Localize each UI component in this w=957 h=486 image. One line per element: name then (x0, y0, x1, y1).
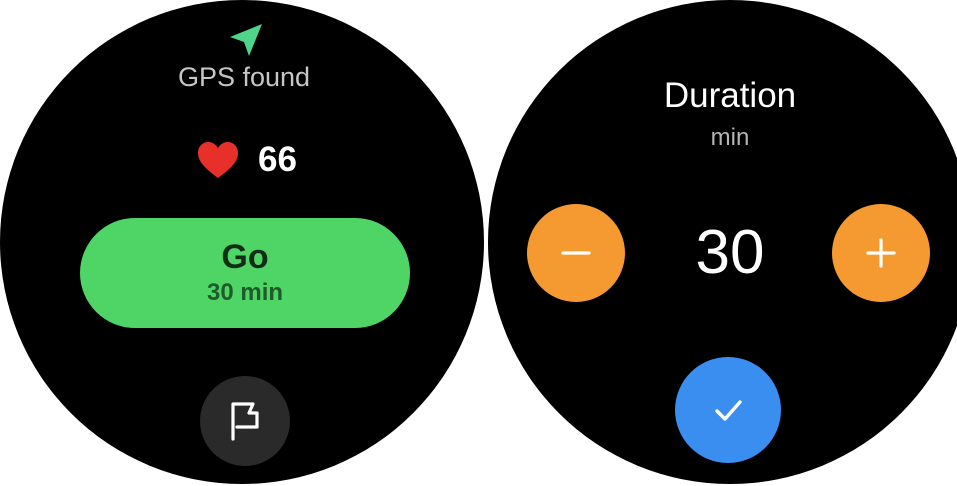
duration-title: Duration (663, 76, 797, 115)
workout-start-screen: GPS found 66 Go 30 min (0, 0, 484, 484)
heart-rate-value: 66 (258, 140, 297, 179)
duration-picker-screen: Duration min 30 (488, 0, 957, 484)
heart-rate-display: 66 (196, 140, 297, 180)
minus-icon (561, 251, 591, 255)
gps-status-label: GPS found (177, 62, 311, 92)
flag-icon (231, 402, 259, 441)
goal-flag-button[interactable] (200, 376, 290, 466)
navigation-arrow-icon (230, 24, 262, 56)
go-button-duration: 30 min (206, 279, 284, 306)
increase-duration-button[interactable] (832, 204, 930, 302)
go-button-label: Go (221, 238, 269, 276)
confirm-button[interactable] (675, 357, 781, 463)
heart-icon (198, 142, 238, 178)
duration-unit: min (710, 124, 750, 151)
plus-icon (866, 238, 896, 268)
duration-value: 30 (695, 218, 765, 287)
decrease-duration-button[interactable] (527, 204, 625, 302)
go-button[interactable]: Go 30 min (80, 218, 410, 328)
check-icon (715, 400, 742, 421)
